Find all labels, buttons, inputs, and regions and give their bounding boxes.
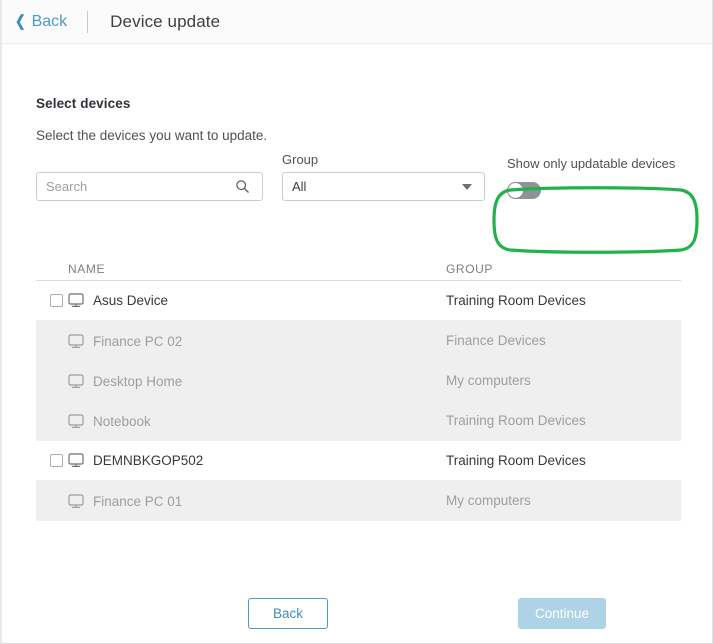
devices-table: NAME GROUP Asus Device Training Room Dev… xyxy=(36,242,681,521)
updatable-toggle-label: Show only updatable devices xyxy=(507,156,676,171)
row-checkbox[interactable] xyxy=(50,454,63,467)
row-group-cell: Training Room Devices xyxy=(446,412,681,430)
footer-back-button[interactable]: Back xyxy=(248,598,328,629)
page-header: ❮ Back Device update xyxy=(2,0,712,44)
footer-continue-button[interactable]: Continue xyxy=(518,598,606,629)
row-checkbox-cell xyxy=(36,454,68,467)
device-group: Training Room Devices xyxy=(446,452,586,468)
row-checkbox[interactable] xyxy=(50,294,63,307)
show-only-updatable-toggle[interactable] xyxy=(507,182,541,199)
row-checkbox-cell xyxy=(36,294,68,307)
section-title: Select devices xyxy=(36,96,131,111)
header-back-label: Back xyxy=(31,12,68,30)
monitor-icon xyxy=(68,453,84,467)
device-update-page: ❮ Back Device update Select devices Sele… xyxy=(0,0,713,644)
group-filter-select[interactable]: All xyxy=(282,172,485,201)
page-content: Select devices Select the devices you wa… xyxy=(2,44,712,643)
device-name: Finance PC 01 xyxy=(93,493,183,509)
row-name-cell: Asus Device xyxy=(68,293,446,308)
device-group: My computers xyxy=(446,373,531,388)
row-name-cell: Desktop Home xyxy=(68,374,446,389)
table-row[interactable]: Asus Device Training Room Devices xyxy=(36,281,681,321)
table-header-row: NAME GROUP xyxy=(36,242,681,281)
device-name: Finance PC 02 xyxy=(93,333,183,349)
search-input[interactable] xyxy=(37,173,228,200)
page-title: Device update xyxy=(110,11,221,31)
monitor-icon xyxy=(68,493,84,508)
monitor-icon xyxy=(68,293,84,307)
row-group-cell: Training Room Devices xyxy=(446,452,681,470)
device-name: DEMNBKGOP502 xyxy=(93,453,204,468)
section-subtitle: Select the devices you want to update. xyxy=(36,128,268,143)
updatable-toggle-block: Show only updatable devices xyxy=(507,156,675,199)
row-group-cell: Training Room Devices xyxy=(446,292,681,310)
monitor-icon xyxy=(68,413,84,428)
row-name-cell: Finance PC 01 xyxy=(68,494,446,509)
chevron-down-icon xyxy=(462,183,472,190)
device-group: My computers xyxy=(446,493,531,508)
table-row: Finance PC 02 Finance Devices xyxy=(36,321,681,361)
device-group: Training Room Devices xyxy=(446,413,586,428)
group-filter-value: All xyxy=(292,179,307,194)
search-icon[interactable] xyxy=(228,179,256,194)
device-name: Notebook xyxy=(93,413,151,429)
toggle-knob xyxy=(508,183,523,198)
table-row: Notebook Training Room Devices xyxy=(36,401,681,441)
table-row: Finance PC 01 My computers xyxy=(36,481,681,521)
device-name: Asus Device xyxy=(93,293,169,308)
row-name-cell: DEMNBKGOP502 xyxy=(68,453,446,468)
table-header-name: NAME xyxy=(68,262,106,276)
monitor-icon xyxy=(68,373,84,388)
device-group: Training Room Devices xyxy=(446,292,586,308)
search-box[interactable] xyxy=(36,172,263,201)
table-row[interactable]: DEMNBKGOP502 Training Room Devices xyxy=(36,441,681,481)
table-header-group: GROUP xyxy=(446,262,494,276)
header-divider xyxy=(87,10,89,33)
wizard-footer: Back Continue xyxy=(2,584,712,643)
table-row: Desktop Home My computers xyxy=(36,361,681,401)
row-group-cell: My computers xyxy=(446,492,681,510)
monitor-icon xyxy=(68,333,84,348)
row-name-cell: Finance PC 02 xyxy=(68,334,446,349)
header-back-link[interactable]: ❮ Back xyxy=(14,13,67,31)
group-filter-label: Group xyxy=(282,152,319,167)
row-group-cell: Finance Devices xyxy=(446,332,681,350)
row-name-cell: Notebook xyxy=(68,414,446,429)
row-group-cell: My computers xyxy=(446,372,681,390)
device-name: Desktop Home xyxy=(93,373,183,389)
chevron-left-icon: ❮ xyxy=(14,13,26,30)
device-group: Finance Devices xyxy=(446,333,546,348)
